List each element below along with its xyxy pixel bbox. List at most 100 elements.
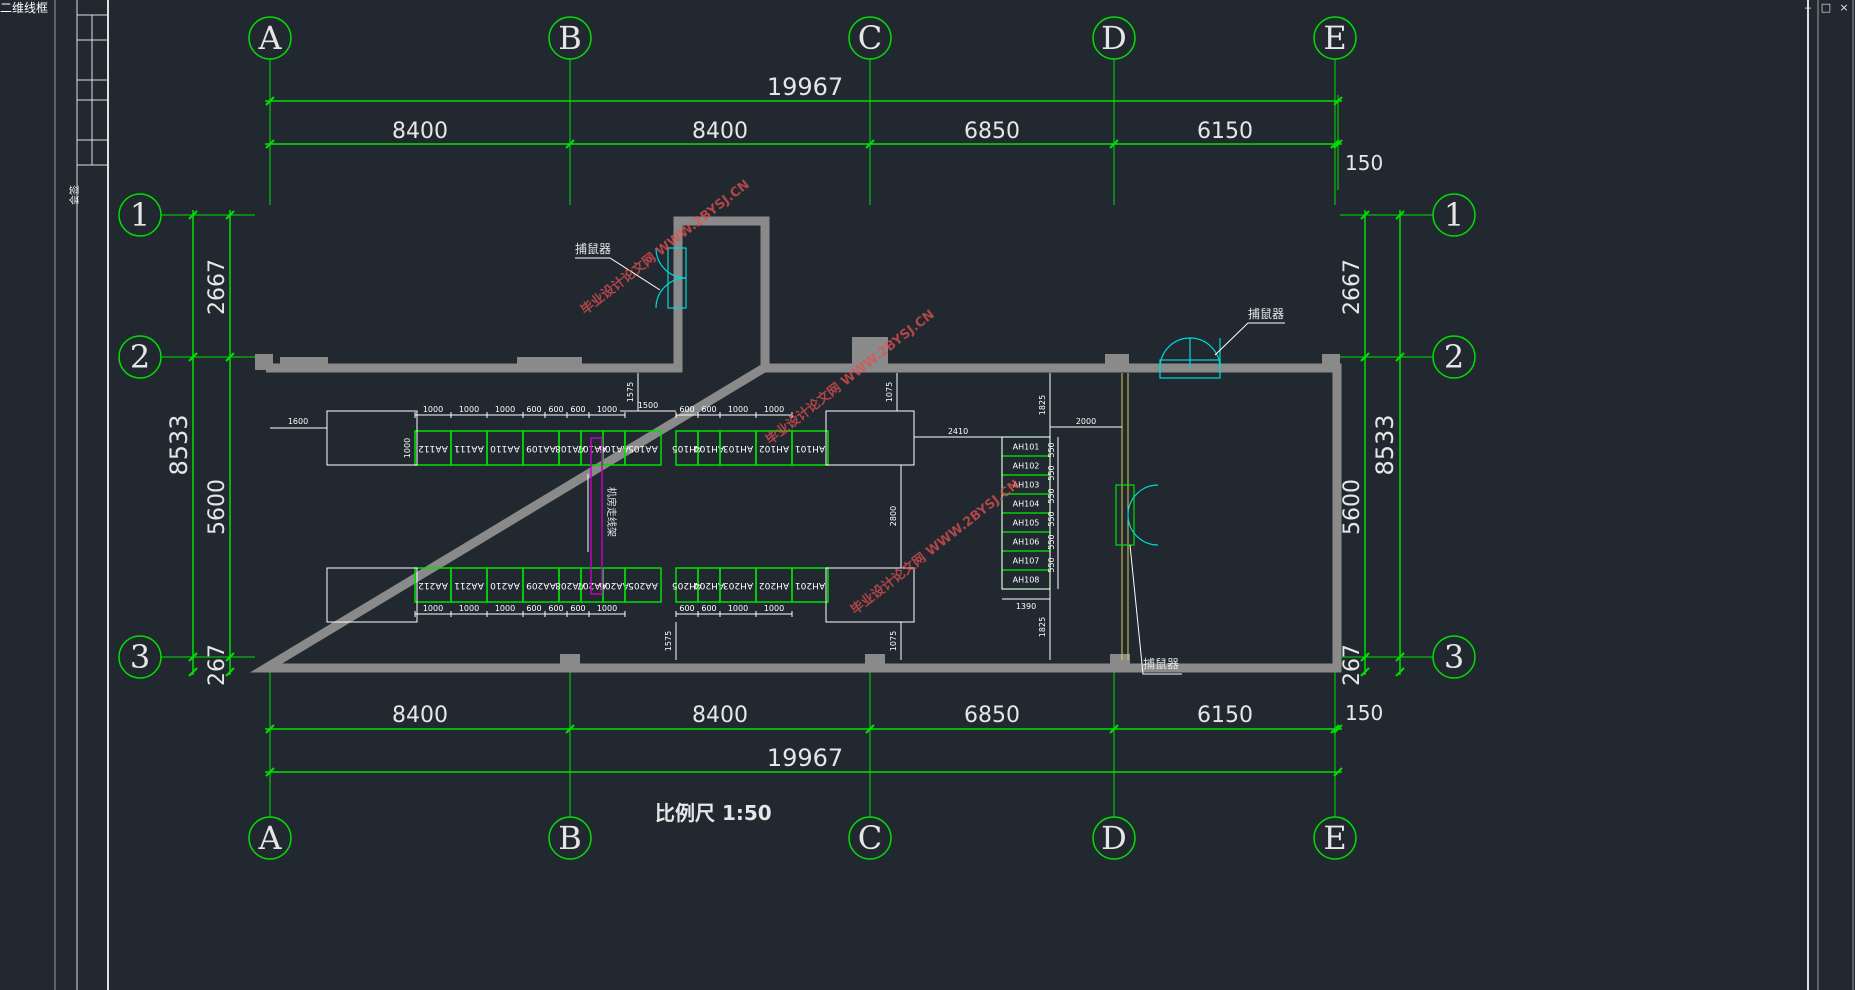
dim-bottom-bay-0: 8400 — [392, 703, 448, 728]
dim-2000: 2000 — [1076, 417, 1096, 426]
dims-top-right-value-0: 600 — [679, 405, 694, 414]
dim-left-overall: 8533 — [165, 414, 193, 475]
column-1 — [255, 354, 273, 370]
axis-label-bottom-D: D — [1101, 819, 1127, 857]
dim-1390: 1390 — [1016, 602, 1036, 611]
dims-top-right-value-3: 1000 — [764, 405, 784, 414]
dim-550-1: 550 — [1047, 465, 1056, 480]
dim-1575-top: 1575 — [626, 382, 635, 402]
rack-row2-left-label-1: AA211 — [454, 580, 484, 590]
rack-row1-left-label-1: AA111 — [454, 443, 484, 453]
axis-label-bottom-E: E — [1323, 819, 1346, 857]
dim-bottom-bay-2: 6850 — [964, 703, 1020, 728]
dim-right-span-1: 5600 — [1340, 479, 1365, 535]
dim-bottom-bay-3: 6150 — [1197, 703, 1253, 728]
dim-right-span-0: 2667 — [1340, 259, 1365, 315]
dims-bottom-left-value-2: 1000 — [495, 604, 515, 613]
cabinet-top-right — [825, 410, 915, 466]
partition-door-swing-top — [1127, 484, 1159, 516]
dims-bottom-left-value-1: 1000 — [459, 604, 479, 613]
rack-column-label-5: AH106 — [1013, 538, 1040, 547]
column-6 — [865, 654, 885, 664]
restore-icon[interactable]: □ — [1820, 2, 1832, 14]
dim-bottom-edge-offset: 150 — [1345, 701, 1383, 725]
wall-pier-2 — [517, 357, 582, 368]
dim-550-3: 550 — [1047, 511, 1056, 526]
dims-top-left-value-3: 600 — [526, 405, 541, 414]
cabinet-bottom-left — [326, 567, 418, 623]
dim-right-overall: 8533 — [1371, 414, 1399, 475]
rack-column-label-3: AH104 — [1013, 500, 1040, 509]
dims-top-left-value-4: 600 — [548, 405, 563, 414]
cable-trough-label: 机房走线架 — [605, 487, 618, 537]
dim-550-2: 550 — [1047, 488, 1056, 503]
cad-drawing-canvas[interactable]: .g { stroke: #00e000; stroke-width: 1.5;… — [0, 0, 1855, 990]
rack-column-label-1: AH102 — [1013, 462, 1040, 471]
dim-1075-top: 1075 — [885, 382, 894, 402]
dims-bottom-left-value-6: 1000 — [597, 604, 617, 613]
dim-bottom-bay-1: 8400 — [692, 703, 748, 728]
mouse-trap-label-partition: 捕鼠器 — [1143, 656, 1179, 671]
dims-top-left-value-1: 1000 — [459, 405, 479, 414]
rack-row2-left-label-3: AA209 — [526, 580, 556, 590]
rack-row1-left-label-3: AA109 — [526, 443, 556, 453]
minimize-icon[interactable]: ‒ — [1802, 2, 1814, 14]
dim-bottom-overall: 19967 — [767, 744, 843, 772]
rack-column-label-6: AH107 — [1013, 557, 1040, 566]
dims-bottom-right-value-2: 1000 — [728, 604, 748, 613]
column-3 — [1105, 354, 1129, 369]
axis-label-left-3: 3 — [130, 638, 150, 676]
rack-row2-left-label-0: AA212 — [418, 580, 448, 590]
partition-door-swing-bottom — [1127, 514, 1159, 546]
internal-dimensions: 1000 1000 1000 600 600 600 1000 1000 1000 1000 600… — [270, 373, 1122, 660]
rack-row1-left-label-7: AA105 — [628, 443, 658, 453]
rack-row1-left-label-2: AA110 — [490, 443, 520, 453]
axis-label-right-2: 2 — [1444, 338, 1464, 376]
dim-top-bay-2: 6850 — [964, 119, 1020, 144]
dim-2800: 2800 — [889, 506, 898, 526]
dims-bottom-left-value-5: 600 — [570, 604, 585, 613]
mouse-trap-leader-north — [1214, 322, 1285, 356]
dim-left-span-0: 2667 — [205, 259, 230, 315]
wall-pier-1 — [280, 357, 328, 368]
dims-top-right-value-1: 600 — [701, 405, 716, 414]
mouse-trap-leader-partition — [1129, 544, 1182, 675]
dim-top-edge-offset: 150 — [1345, 151, 1383, 175]
rack-row2-left-label-7: AA205 — [628, 580, 658, 590]
dims-top-left-value-5: 600 — [570, 405, 585, 414]
axis-label-top-D: D — [1101, 19, 1127, 57]
dim-1825-top: 1825 — [1038, 395, 1047, 415]
viewport-tab-title[interactable]: 二维线框 — [0, 0, 48, 16]
dim-1575-bottom: 1575 — [664, 631, 673, 651]
dims-bottom-left-value-4: 600 — [548, 604, 563, 613]
column-7 — [1110, 654, 1130, 664]
axis-label-top-B: B — [558, 19, 582, 57]
axis-label-left-1: 1 — [130, 196, 150, 234]
axis-label-top-C: C — [858, 19, 882, 57]
mouse-trap-label-north: 捕鼠器 — [1248, 306, 1284, 321]
rack-row2-right-label-4: AH201 — [795, 580, 825, 590]
dim-2410: 2410 — [948, 427, 968, 436]
axis-label-right-1: 1 — [1444, 196, 1464, 234]
dim-1600: 1600 — [288, 417, 308, 426]
close-icon[interactable]: × — [1838, 2, 1850, 14]
rack-row2-left-label-2: AA210 — [490, 580, 520, 590]
dim-left-span-1: 5600 — [205, 479, 230, 535]
dim-1500: 1500 — [638, 401, 658, 410]
rack-column-label-0: AH101 — [1013, 443, 1040, 452]
mouse-trap-label-vestibule: 捕鼠器 — [575, 241, 611, 256]
rack-row1-right-label-2: AH103 — [723, 443, 753, 453]
column-4 — [1322, 354, 1340, 370]
axis-label-left-2: 2 — [130, 338, 150, 376]
dims-bottom-left-value-3: 600 — [526, 604, 541, 613]
rack-column-label-4: AH105 — [1013, 519, 1040, 528]
scale-label: 比例尺 1:50 — [655, 801, 772, 825]
dims-top-left-value-0: 1000 — [423, 405, 443, 414]
dims-top-right-value-2: 1000 — [728, 405, 748, 414]
dims-bottom-right-value-1: 600 — [701, 604, 716, 613]
dims-top-left-value-6: 1000 — [597, 405, 617, 414]
title-block-label: 会签 — [68, 185, 81, 205]
partition-door-frame — [1115, 484, 1135, 546]
dims-bottom-right-value-3: 1000 — [764, 604, 784, 613]
column-5 — [560, 654, 580, 664]
